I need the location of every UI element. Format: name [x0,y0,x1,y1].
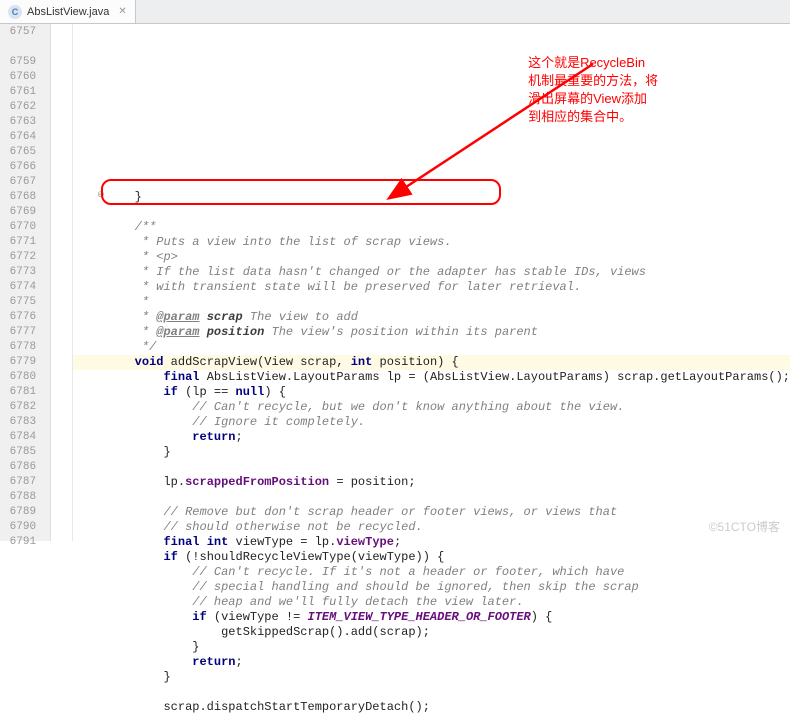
line-number: 6782 [0,400,36,415]
code-line[interactable]: * @param position The view's position wi… [73,325,790,340]
code-line[interactable] [73,205,790,220]
code-line[interactable] [73,490,790,505]
line-number-gutter: 6757 67596760676167626763676467656766676… [0,24,51,541]
line-number: 6776 [0,310,36,325]
code-line[interactable]: * with transient state will be preserved… [73,280,790,295]
line-number: 6781 [0,385,36,400]
line-number: 6773 [0,265,36,280]
code-line[interactable]: * @param scrap The view to add [73,310,790,325]
line-number: 6765 [0,145,36,160]
code-line[interactable]: return; [73,655,790,670]
line-number: 6757 [0,25,36,40]
line-number: 6759 [0,55,36,70]
line-number: 6761 [0,85,36,100]
code-line[interactable]: // should otherwise not be recycled. [73,520,790,535]
tab-filename: AbsListView.java [27,6,109,18]
code-line[interactable]: } [73,670,790,685]
code-line[interactable]: // heap and we'll fully detach the view … [73,595,790,610]
line-number: 6779 [0,355,36,370]
code-line[interactable]: scrap.dispatchStartTemporaryDetach(); [73,700,790,715]
code-line[interactable]: lp.scrappedFromPosition = position; [73,475,790,490]
code-line[interactable]: final AbsListView.LayoutParams lp = (Abs… [73,370,790,385]
file-tab[interactable]: C AbsListView.java ✕ [0,0,136,23]
java-class-icon: C [8,5,22,19]
line-number: 6760 [0,70,36,85]
line-number: 6786 [0,460,36,475]
annotation-text: 这个就是RecycleBin 机制最重要的方法，将 滑出屏幕的View添加 到相… [528,54,658,126]
code-line[interactable] [73,685,790,700]
line-number: 6769 [0,205,36,220]
line-number: 6778 [0,340,36,355]
code-line[interactable]: } [73,640,790,655]
code-line[interactable]: * Puts a view into the list of scrap vie… [73,235,790,250]
line-number: 6784 [0,430,36,445]
code-line[interactable]: if (!shouldRecycleViewType(viewType)) { [73,550,790,565]
line-number: 6766 [0,160,36,175]
line-number: 6771 [0,235,36,250]
code-line[interactable]: if (viewType != ITEM_VIEW_TYPE_HEADER_OR… [73,610,790,625]
code-line[interactable]: /** [73,220,790,235]
line-number: 6775 [0,295,36,310]
line-number: 6789 [0,505,36,520]
code-line[interactable]: return; [73,430,790,445]
code-line[interactable]: if (lp == null) { [73,385,790,400]
line-number: 6772 [0,250,36,265]
code-line[interactable]: * [73,295,790,310]
code-line[interactable]: * If the list data hasn't changed or the… [73,265,790,280]
line-number: 6777 [0,325,36,340]
line-number: 6780 [0,370,36,385]
code-line[interactable]: final int viewType = lp.viewType; [73,535,790,550]
line-number: 6763 [0,115,36,130]
line-number: 6764 [0,130,36,145]
line-number: 6770 [0,220,36,235]
line-number: 6783 [0,415,36,430]
line-number: 6787 [0,475,36,490]
close-icon[interactable]: ✕ [118,6,126,17]
code-line[interactable]: void addScrapView(View scrap, int positi… [73,355,790,370]
code-line[interactable]: } [73,445,790,460]
line-number: 6790 [0,520,36,535]
code-content[interactable]: 这个就是RecycleBin 机制最重要的方法，将 滑出屏幕的View添加 到相… [73,24,790,541]
line-number: 6785 [0,445,36,460]
line-number [0,40,36,55]
code-line[interactable]: getSkippedScrap().add(scrap); [73,625,790,640]
code-line[interactable]: // Ignore it completely. [73,415,790,430]
line-number: 6791 [0,535,36,550]
line-number: 6762 [0,100,36,115]
code-line[interactable]: } [73,190,790,205]
code-line[interactable]: // special handling and should be ignore… [73,580,790,595]
code-line[interactable]: * <p> [73,250,790,265]
code-line[interactable] [73,460,790,475]
marker-gutter: ⊖ [51,24,73,541]
editor-area: 6757 67596760676167626763676467656766676… [0,24,790,541]
code-line[interactable]: // Can't recycle, but we don't know anyt… [73,400,790,415]
code-line[interactable]: // Remove but don't scrap header or foot… [73,505,790,520]
line-number: 6788 [0,490,36,505]
tab-bar: C AbsListView.java ✕ [0,0,790,24]
code-line[interactable]: // Can't recycle. If it's not a header o… [73,565,790,580]
watermark: ©51CTO博客 [709,518,780,535]
line-number: 6767 [0,175,36,190]
code-line[interactable]: */ [73,340,790,355]
line-number: 6774 [0,280,36,295]
line-number: 6768 [0,190,36,205]
